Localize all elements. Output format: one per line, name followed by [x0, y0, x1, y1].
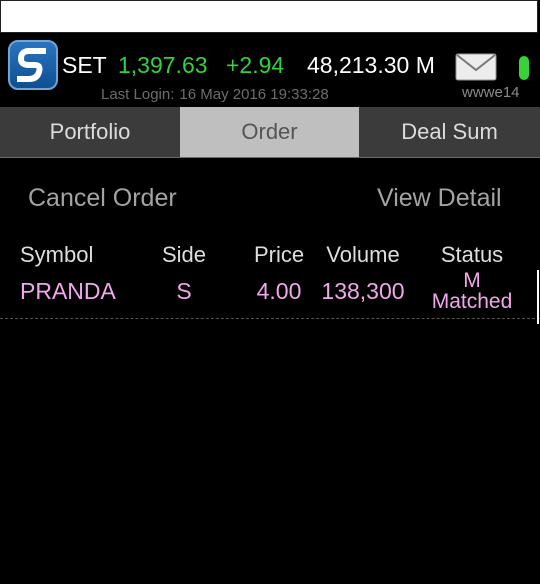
view-detail-button[interactable]: View Detail — [377, 184, 502, 213]
column-header-price: Price — [253, 242, 305, 267]
order-side: S — [176, 278, 192, 304]
last-login-label: Last Login: — [101, 86, 175, 103]
index-change: +2.94 — [226, 52, 285, 78]
order-status-code: M — [463, 269, 481, 292]
market-volume: 48,213.30 M — [307, 52, 435, 78]
cancel-order-button[interactable]: Cancel Order — [28, 184, 177, 213]
tab-portfolio[interactable]: Portfolio — [0, 107, 180, 157]
order-price: 4.00 — [256, 278, 302, 304]
column-header-volume: Volume — [326, 242, 400, 267]
mail-icon[interactable] — [455, 53, 497, 81]
column-header-symbol: Symbol — [20, 242, 94, 267]
top-blank-area — [0, 0, 538, 33]
order-volume: 138,300 — [321, 278, 405, 304]
index-value: 1,397.63 — [118, 52, 208, 78]
index-name: SET — [62, 52, 107, 78]
tab-deal-sum[interactable]: Deal Sum — [359, 107, 540, 157]
app-logo-icon[interactable] — [8, 40, 58, 90]
column-header-side: Side — [161, 242, 207, 267]
row-divider — [0, 318, 540, 319]
username: wwwe14 — [462, 84, 520, 101]
edge-line — [537, 270, 539, 324]
last-login-time: 16 May 2016 19:33:28 — [179, 86, 329, 103]
column-header-status: Status — [440, 242, 504, 267]
last-login: Last Login: 16 May 2016 19:33:28 — [101, 86, 329, 103]
tab-bar: Portfolio Order Deal Sum — [0, 107, 540, 158]
order-status: M Matched — [420, 270, 524, 312]
order-status-text: Matched — [431, 290, 513, 313]
order-symbol: PRANDA — [20, 278, 116, 304]
tab-order[interactable]: Order — [180, 107, 359, 157]
battery-icon — [519, 56, 529, 80]
